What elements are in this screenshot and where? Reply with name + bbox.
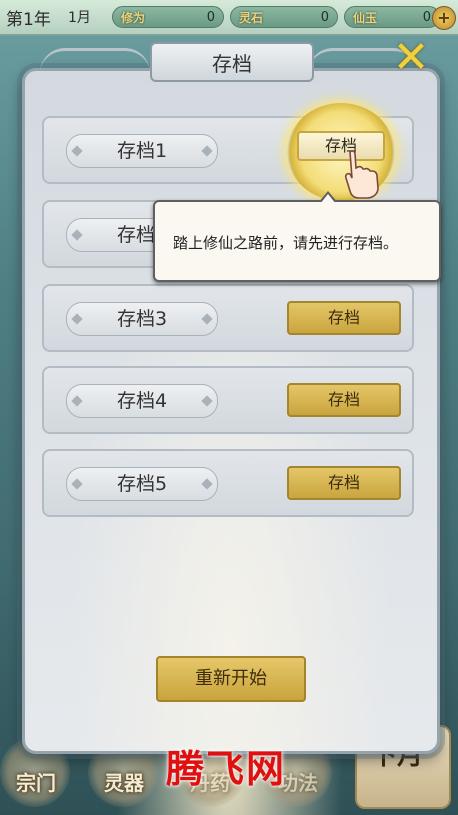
save-slot-label: 存档5 bbox=[66, 467, 218, 501]
tooltip-text: 踏上修仙之路前，请先进行存档。 bbox=[173, 234, 399, 252]
watermark-logo: 腾飞网 bbox=[166, 747, 287, 791]
status-bar: 第1年 1月 修为 0 灵石 0 仙玉 0 + bbox=[0, 0, 458, 36]
spirit-stone-value: 0 bbox=[320, 9, 329, 25]
nav-artifacts[interactable]: 灵器 bbox=[94, 767, 154, 796]
dialog-title: 存档 bbox=[150, 42, 314, 82]
save-button[interactable]: 存档 bbox=[287, 383, 401, 417]
month-display: 1月 bbox=[68, 10, 91, 26]
tutorial-tooltip: 踏上修仙之路前，请先进行存档。 bbox=[153, 200, 441, 282]
save-slot-5: 存档5 存档 bbox=[42, 449, 414, 517]
add-jade-button[interactable]: + bbox=[432, 6, 456, 30]
immortal-jade-counter: 仙玉 0 bbox=[344, 6, 440, 28]
immortal-jade-value: 0 bbox=[422, 9, 431, 25]
save-slot-4: 存档4 存档 bbox=[42, 366, 414, 434]
cultivation-counter: 修为 0 bbox=[112, 6, 224, 28]
save-slot-label: 存档4 bbox=[66, 384, 218, 418]
save-slot-label: 存档3 bbox=[66, 302, 218, 336]
pointing-hand-icon bbox=[344, 150, 379, 199]
save-button[interactable]: 存档 bbox=[287, 466, 401, 500]
immortal-jade-label: 仙玉 bbox=[353, 10, 378, 25]
cultivation-value: 0 bbox=[206, 9, 215, 25]
nav-sect[interactable]: 宗门 bbox=[6, 767, 66, 796]
save-slot-label: 存档1 bbox=[66, 134, 218, 168]
tooltip-pointer-fill bbox=[320, 194, 336, 204]
close-icon[interactable]: ✕ bbox=[385, 32, 437, 84]
spirit-stone-label: 灵石 bbox=[239, 10, 264, 25]
cultivation-label: 修为 bbox=[121, 10, 146, 25]
year-display: 第1年 bbox=[6, 9, 51, 30]
restart-button[interactable]: 重新开始 bbox=[156, 656, 306, 702]
spirit-stone-counter: 灵石 0 bbox=[230, 6, 338, 28]
header-ornament bbox=[40, 48, 150, 73]
save-button[interactable]: 存档 bbox=[287, 301, 401, 335]
save-slot-3: 存档3 存档 bbox=[42, 284, 414, 352]
